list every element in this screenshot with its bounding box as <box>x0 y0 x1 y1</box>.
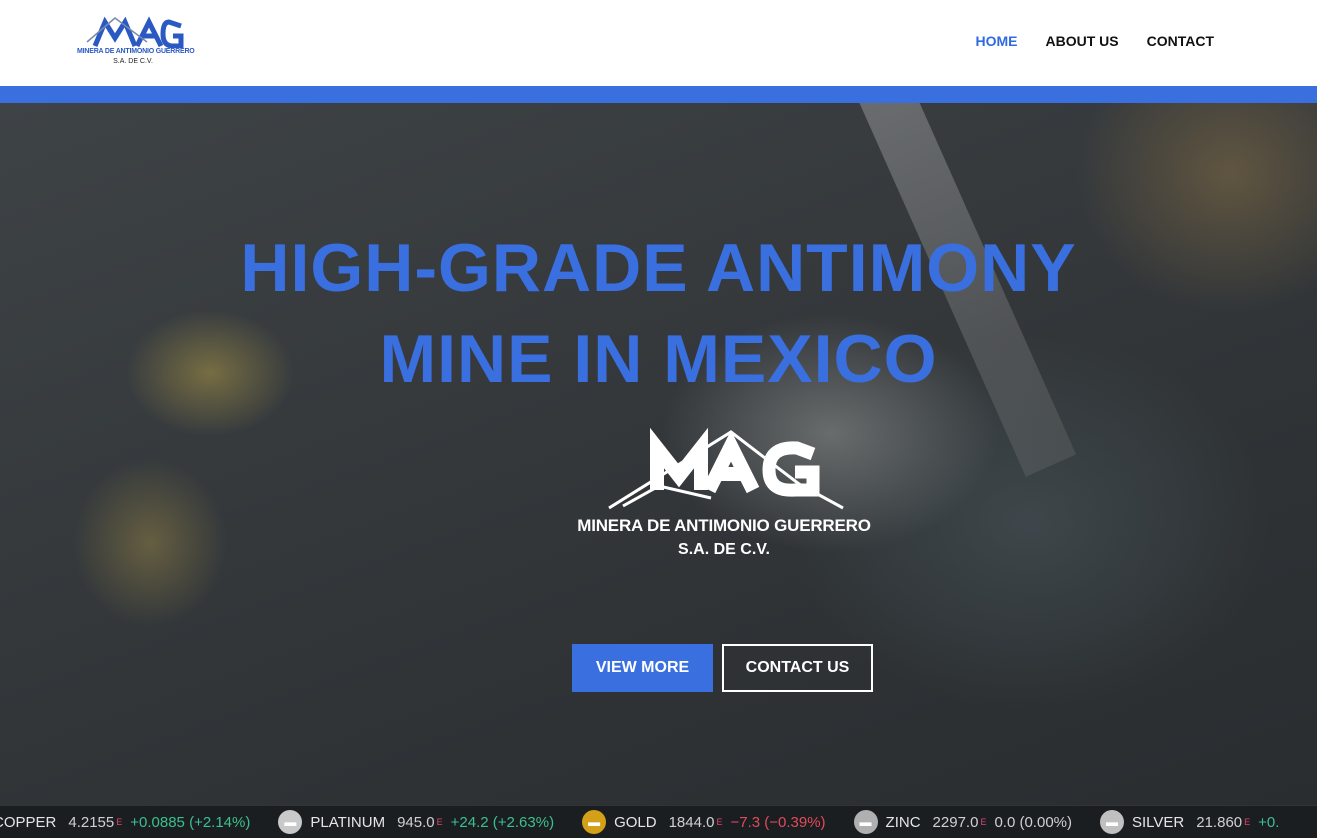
ticker-item-silver[interactable]: ▬ SILVER 21.860 E +0. <box>1100 810 1279 834</box>
ticker-item-copper[interactable]: COPPER 4.2155E +0.0885 (+2.14%) <box>0 814 250 831</box>
ticker-track: COPPER4.2155E+0.0885 (+2.14%)▬PLATINUM94… <box>0 806 1307 838</box>
ticker-change: +0.0885 (+2.14%) <box>130 813 251 831</box>
ticker-item-platinum[interactable]: ▬ PLATINUM 945.0 E +24.2 (+2.63%) <box>278 810 554 834</box>
view-more-button[interactable]: VIEW MORE <box>572 644 713 692</box>
mag-logo-mark <box>86 16 184 48</box>
ticker-change: −7.3 (−0.39%) <box>730 813 826 831</box>
ticker-symbol: COPPER <box>0 813 57 831</box>
silver-icon: ▬ <box>1100 810 1124 834</box>
site-logo[interactable]: MINERA DE ANTIMONIO GUERRERO S.A. DE C.V… <box>77 16 195 70</box>
ticker-item-zinc[interactable]: ▬ ZINC 2297.0 E 0.0 (0.00%) <box>853 810 1072 834</box>
hero-logo-company-name: MINERA DE ANTIMONIO GUERRERO <box>577 516 871 535</box>
nav-about-us[interactable]: ABOUT US <box>1045 33 1118 49</box>
ticker-symbol: ZINC <box>885 813 921 831</box>
hero-logo: MINERA DE ANTIMONIO GUERRERO S.A. DE C.V… <box>571 428 877 568</box>
ticker-symbol: GOLD <box>614 813 657 831</box>
hero-headline-line1: HIGH-GRADE ANTIMONY <box>240 230 1077 306</box>
ticker-price: 2297.0 <box>932 813 979 831</box>
ticker-change: +0. <box>1258 813 1280 831</box>
nav-contact[interactable]: CONTACT <box>1147 33 1214 49</box>
ticker-delay-flag: E <box>1244 817 1251 827</box>
ticker-symbol: PLATINUM <box>310 813 386 831</box>
nav-home[interactable]: HOME <box>975 33 1017 49</box>
main-nav: HOME ABOUT US CONTACT <box>975 33 1214 49</box>
hero-headline: HIGH-GRADE ANTIMONY MINE IN MEXICO <box>0 223 1317 405</box>
ticker-change: +24.2 (+2.63%) <box>450 813 555 831</box>
logo-company-name: MINERA DE ANTIMONIO GUERRERO <box>77 48 195 55</box>
header: MINERA DE ANTIMONIO GUERRERO S.A. DE C.V… <box>0 0 1317 86</box>
mag-logo-mark-large <box>608 428 844 510</box>
ticker-price: 4.2155 <box>68 813 115 831</box>
ticker-price: 1844.0 <box>668 813 715 831</box>
hero-section: HIGH-GRADE ANTIMONY MINE IN MEXICO MINER… <box>0 103 1317 805</box>
header-accent-bar <box>0 86 1317 103</box>
contact-us-button[interactable]: CONTACT US <box>722 644 873 692</box>
ticker-price: 21.860 <box>1196 813 1243 831</box>
logo-company-suffix: S.A. DE C.V. <box>113 58 153 65</box>
ticker-delay-flag: E <box>980 817 987 827</box>
platinum-icon: ▬ <box>278 810 303 834</box>
ticker-item-gold[interactable]: ▬ GOLD 1844.0 E −7.3 (−0.39%) <box>582 810 826 834</box>
hero-headline-line2: MINE IN MEXICO <box>379 321 938 397</box>
ticker-price: 945.0 <box>397 813 435 831</box>
ticker-change: 0.0 (0.00%) <box>994 813 1072 831</box>
ticker-delay-flag: E <box>116 817 123 827</box>
ticker-delay-flag: E <box>436 817 443 827</box>
hero-logo-company-suffix: S.A. DE C.V. <box>678 541 770 558</box>
metal-price-ticker[interactable]: COPPER4.2155E+0.0885 (+2.14%)▬PLATINUM94… <box>0 805 1317 838</box>
gold-icon: ▬ <box>582 810 607 834</box>
ticker-delay-flag: E <box>716 817 723 827</box>
ticker-symbol: SILVER <box>1132 813 1185 831</box>
zinc-icon: ▬ <box>853 810 878 834</box>
